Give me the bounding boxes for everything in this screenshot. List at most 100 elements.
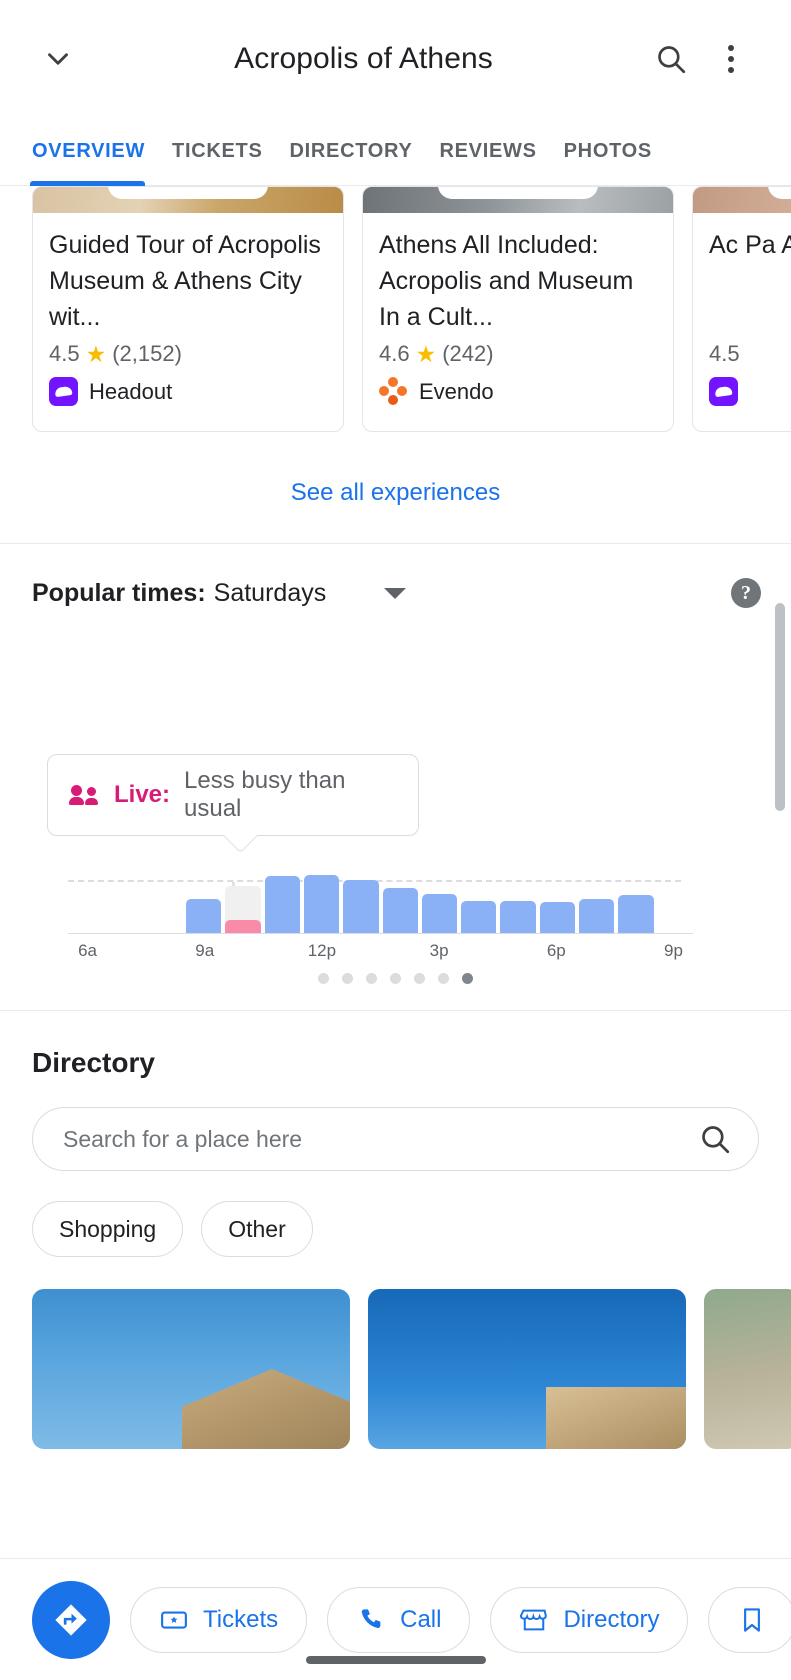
- tab-bar: OVERVIEW TICKETS DIRECTORY REVIEWS PHOTO…: [0, 118, 791, 186]
- pager-dot[interactable]: [318, 973, 329, 984]
- directions-button[interactable]: [32, 1581, 110, 1659]
- rating-value: 4.6: [379, 341, 410, 367]
- experience-photo: [33, 187, 343, 213]
- experience-card[interactable]: Athens All Included: Acropolis and Museu…: [362, 186, 674, 432]
- phone-icon: [356, 1605, 386, 1635]
- directions-arrow-icon: [51, 1600, 91, 1640]
- search-icon: [654, 42, 688, 76]
- pager-dot[interactable]: [414, 973, 425, 984]
- bar: [500, 901, 535, 933]
- bar-slot[interactable]: [265, 868, 300, 933]
- bar-slot[interactable]: [618, 868, 653, 933]
- home-indicator: [306, 1656, 486, 1664]
- bar-live-highlight: [225, 886, 260, 933]
- bar-slot[interactable]: [304, 868, 339, 933]
- tab-tickets[interactable]: TICKETS: [172, 140, 289, 185]
- tickets-action-button[interactable]: Tickets: [130, 1587, 307, 1653]
- directory-action-button[interactable]: Directory: [490, 1587, 688, 1653]
- experience-provider: Evendo: [379, 377, 657, 406]
- caret-down-icon[interactable]: [384, 588, 406, 599]
- bar: [304, 875, 339, 934]
- pager-dot[interactable]: [390, 973, 401, 984]
- chip-other[interactable]: Other: [201, 1201, 313, 1257]
- bar: [265, 876, 300, 933]
- tab-photos[interactable]: PHOTOS: [564, 140, 679, 185]
- save-action-button[interactable]: [708, 1587, 791, 1653]
- x-axis-tick-label: 12p: [308, 941, 336, 961]
- pager-dot[interactable]: [462, 973, 473, 984]
- chip-shopping[interactable]: Shopping: [32, 1201, 183, 1257]
- collapse-button[interactable]: [30, 31, 86, 87]
- help-circle-icon[interactable]: ?: [731, 578, 761, 608]
- bar-slot[interactable]: [383, 868, 418, 933]
- directory-category-chips: Shopping Other: [32, 1201, 759, 1257]
- search-button[interactable]: [641, 29, 701, 89]
- bar: [579, 899, 614, 933]
- tab-overview[interactable]: OVERVIEW: [32, 140, 172, 185]
- action-label: Call: [400, 1606, 441, 1634]
- directory-photo[interactable]: [368, 1289, 686, 1449]
- live-text: Less busy than usual: [184, 767, 396, 823]
- pager-dot[interactable]: [342, 973, 353, 984]
- more-vertical-icon: [728, 45, 734, 73]
- x-axis-tick-label: 9a: [195, 941, 214, 961]
- experience-provider: Headout: [49, 377, 327, 406]
- experience-title: Athens All Included: Acropolis and Museu…: [379, 227, 657, 335]
- bar-slot[interactable]: [461, 868, 496, 933]
- scrollbar-thumb[interactable]: [775, 603, 785, 811]
- bar: [461, 901, 496, 934]
- experience-card[interactable]: Ac Pa Ac 4.5: [692, 186, 791, 432]
- see-all-experiences-link[interactable]: See all experiences: [0, 441, 791, 544]
- bar: [343, 880, 378, 933]
- bar-slot[interactable]: [186, 868, 221, 933]
- store-icon: [519, 1605, 549, 1635]
- carousel-page-dots[interactable]: [0, 963, 791, 1010]
- tab-directory[interactable]: DIRECTORY: [290, 140, 440, 185]
- bar-slot[interactable]: [147, 868, 182, 933]
- bar: [618, 895, 653, 933]
- place-details-screen: Acropolis of Athens OVERVIEW TICKETS DIR…: [0, 0, 791, 1680]
- experience-provider: [709, 377, 791, 406]
- overflow-menu-button[interactable]: [701, 29, 761, 89]
- directory-photo[interactable]: [704, 1289, 791, 1449]
- bar-slot[interactable]: [579, 868, 614, 933]
- bar-live-fill: [225, 920, 260, 933]
- bookmark-icon: [737, 1605, 767, 1635]
- pager-dot[interactable]: [438, 973, 449, 984]
- bar: [383, 888, 418, 934]
- bar: [540, 902, 575, 933]
- bar-slot[interactable]: [225, 868, 260, 933]
- tab-reviews[interactable]: REVIEWS: [440, 140, 564, 185]
- rating-value: 4.5: [709, 341, 740, 367]
- directory-photo-strip[interactable]: [32, 1289, 759, 1449]
- action-label: Directory: [563, 1606, 659, 1634]
- popular-times-label: Popular times:: [32, 579, 206, 608]
- pager-dot[interactable]: [366, 973, 377, 984]
- search-icon[interactable]: [698, 1122, 732, 1156]
- headout-logo-icon: [709, 377, 738, 406]
- experience-rating: 4.5: [709, 341, 791, 367]
- bar-slot[interactable]: [107, 868, 142, 933]
- bar-chart[interactable]: [68, 868, 693, 933]
- directory-title: Directory: [32, 1047, 759, 1079]
- review-count: (2,152): [112, 341, 182, 367]
- experience-card[interactable]: Guided Tour of Acropolis Museum & Athens…: [32, 186, 344, 432]
- search-input[interactable]: [63, 1126, 698, 1153]
- directory-search-box[interactable]: [32, 1107, 759, 1171]
- popular-times-header: Popular times: Saturdays ?: [0, 544, 791, 608]
- call-action-button[interactable]: Call: [327, 1587, 470, 1653]
- bar-slot[interactable]: [540, 868, 575, 933]
- live-status-tooltip: Live: Less busy than usual: [47, 754, 419, 836]
- star-icon: ★: [416, 343, 437, 366]
- bar-slot[interactable]: [343, 868, 378, 933]
- popular-times-chart[interactable]: Live: Less busy than usual 6a9a12p3p6p9p: [0, 608, 791, 963]
- experiences-carousel[interactable]: Guided Tour of Acropolis Museum & Athens…: [0, 186, 791, 441]
- bar-slot[interactable]: [658, 868, 693, 933]
- live-label: Live:: [114, 781, 170, 809]
- bar-slot[interactable]: [500, 868, 535, 933]
- bottom-action-bar: Tickets Call Directory: [0, 1558, 791, 1680]
- directory-photo[interactable]: [32, 1289, 350, 1449]
- bar-slot[interactable]: [422, 868, 457, 933]
- bar-slot[interactable]: [68, 868, 103, 933]
- experience-title: Guided Tour of Acropolis Museum & Athens…: [49, 227, 327, 335]
